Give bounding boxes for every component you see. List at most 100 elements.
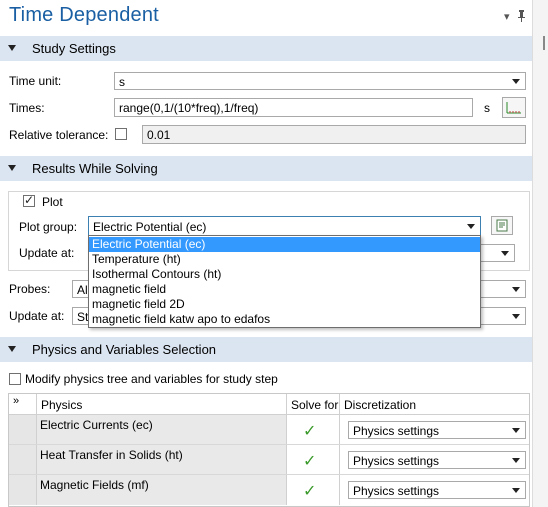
right-scrollbar[interactable] [532,0,548,507]
checkmark-icon: ✓ [303,483,317,500]
section-study-settings[interactable]: Study Settings [0,36,532,61]
option-label: Electric Potential (ec) [92,237,206,251]
dropdown-option[interactable]: Isothermal Contours (ht) [89,267,480,282]
plot-group-dropdown-list: Electric Potential (ec) Temperature (ht)… [88,235,481,328]
table-row[interactable]: Magnetic Fields (mf) ✓ Physics settings [9,475,529,505]
page-title: Time Dependent [9,4,159,26]
rel-tol-value: 0.01 [147,128,171,142]
discretization-cell: Physics settings [340,415,529,445]
checkmark-icon: ✓ [303,453,317,470]
chevron-down-icon [512,287,520,292]
discretization-cell: Physics settings [340,475,529,505]
probes-label: Probes: [9,282,51,296]
section-physics-variables[interactable]: Physics and Variables Selection [0,337,532,362]
plot-group-value: Electric Potential (ec) [93,220,207,234]
dropdown-option[interactable]: magnetic field katw apo to edafos [89,312,480,327]
table-row[interactable]: Heat Transfer in Solids (ht) ✓ Physics s… [9,445,529,475]
collapse-icon [8,45,16,51]
chevron-down-icon [512,314,520,319]
physics-name: Magnetic Fields (mf) [40,478,149,492]
discretization-value: Physics settings [353,424,440,438]
header-label: Physics [41,398,83,412]
settings-panel: Time Dependent ▾ Study Settings Time uni… [0,0,532,507]
physics-name: Electric Currents (ec) [40,418,153,432]
physics-table: » Physics Solve for Discretization Elect… [8,393,530,507]
chevron-down-icon [512,458,520,463]
solve-for-cell[interactable]: ✓ [287,415,340,445]
checkmark-icon: ✓ [303,423,317,440]
solve-for-cell[interactable]: ✓ [287,475,340,505]
plot-label: Plot [40,195,65,209]
discretization-value: Physics settings [353,454,440,468]
physics-cell: Heat Transfer in Solids (ht) [37,445,287,475]
dropdown-option[interactable]: Electric Potential (ec) [89,237,480,252]
plot-group-label: Plot group: [19,220,78,234]
option-label: magnetic field katw apo to edafos [92,312,271,326]
row-gutter [9,475,37,505]
discretization-select[interactable]: Physics settings [348,481,526,499]
option-label: magnetic field [92,282,167,296]
physics-cell: Magnetic Fields (mf) [37,475,287,505]
range-button[interactable] [502,97,526,118]
collapse-icon [8,165,16,171]
menu-dropdown-icon[interactable]: ▾ [504,10,510,23]
discretization-select[interactable]: Physics settings [348,421,526,439]
dropdown-option[interactable]: Temperature (ht) [89,252,480,267]
expand-header[interactable]: » [9,394,37,415]
time-unit-label: Time unit: [9,74,62,88]
physics-cell: Electric Currents (ec) [37,415,287,445]
range-icon [506,102,521,114]
section-label: Results While Solving [32,161,158,176]
table-row[interactable]: Electric Currents (ec) ✓ Physics setting… [9,415,529,445]
header-label: Discretization [344,398,417,412]
physics-header[interactable]: Physics [37,394,287,415]
solve-for-cell[interactable]: ✓ [287,445,340,475]
update-at-select[interactable] [478,244,515,262]
modify-physics-label: Modify physics tree and variables for st… [25,372,278,386]
expand-icon: » [13,395,20,407]
update-at2-value: St [77,310,89,324]
solve-for-header[interactable]: Solve for [287,394,340,415]
row-gutter [9,445,37,475]
header-label: Solve for [291,398,339,412]
option-label: Isothermal Contours (ht) [92,267,222,281]
discretization-value: Physics settings [353,484,440,498]
option-label: Temperature (ht) [92,252,181,266]
chevron-down-icon [467,224,475,229]
update-at2-label: Update at: [9,309,65,323]
title-bar: Time Dependent ▾ [0,0,532,36]
dropdown-option[interactable]: magnetic field 2D [89,297,480,312]
probes-value: Al [77,283,88,297]
update-at-label: Update at: [19,246,75,260]
times-input[interactable]: range(0,1/(10*freq),1/freq) [114,98,473,117]
chevron-down-icon [512,428,520,433]
rel-tol-checkbox[interactable] [115,128,127,140]
discretization-header[interactable]: Discretization [340,394,529,415]
dropdown-option[interactable]: magnetic field [89,282,480,297]
rel-tol-label: Relative tolerance: [9,128,109,142]
section-results-while-solving[interactable]: Results While Solving [0,156,532,181]
plot-settings-icon [496,219,508,232]
chevron-down-icon [501,251,509,256]
chevron-down-icon [512,488,520,493]
checkmark-icon: ✓ [24,193,35,207]
discretization-cell: Physics settings [340,445,529,475]
times-value: range(0,1/(10*freq),1/freq) [119,101,259,115]
time-unit-value: s [119,75,125,89]
discretization-select[interactable]: Physics settings [348,451,526,469]
pin-icon[interactable] [517,10,526,25]
section-label: Physics and Variables Selection [32,342,217,357]
modify-physics-checkbox[interactable] [9,373,21,385]
row-gutter [9,415,37,445]
rel-tol-input[interactable]: 0.01 [142,125,526,144]
physics-name: Heat Transfer in Solids (ht) [40,448,183,462]
plot-group-select[interactable]: Electric Potential (ec) [88,216,481,236]
times-label: Times: [9,101,45,115]
collapse-icon [8,346,16,352]
scroll-thumb[interactable] [543,36,545,50]
section-label: Study Settings [32,41,116,56]
plot-group-action-button[interactable] [491,216,513,235]
time-unit-select[interactable]: s [114,72,526,90]
plot-checkbox[interactable]: ✓ [23,193,35,207]
option-label: magnetic field 2D [92,297,185,311]
